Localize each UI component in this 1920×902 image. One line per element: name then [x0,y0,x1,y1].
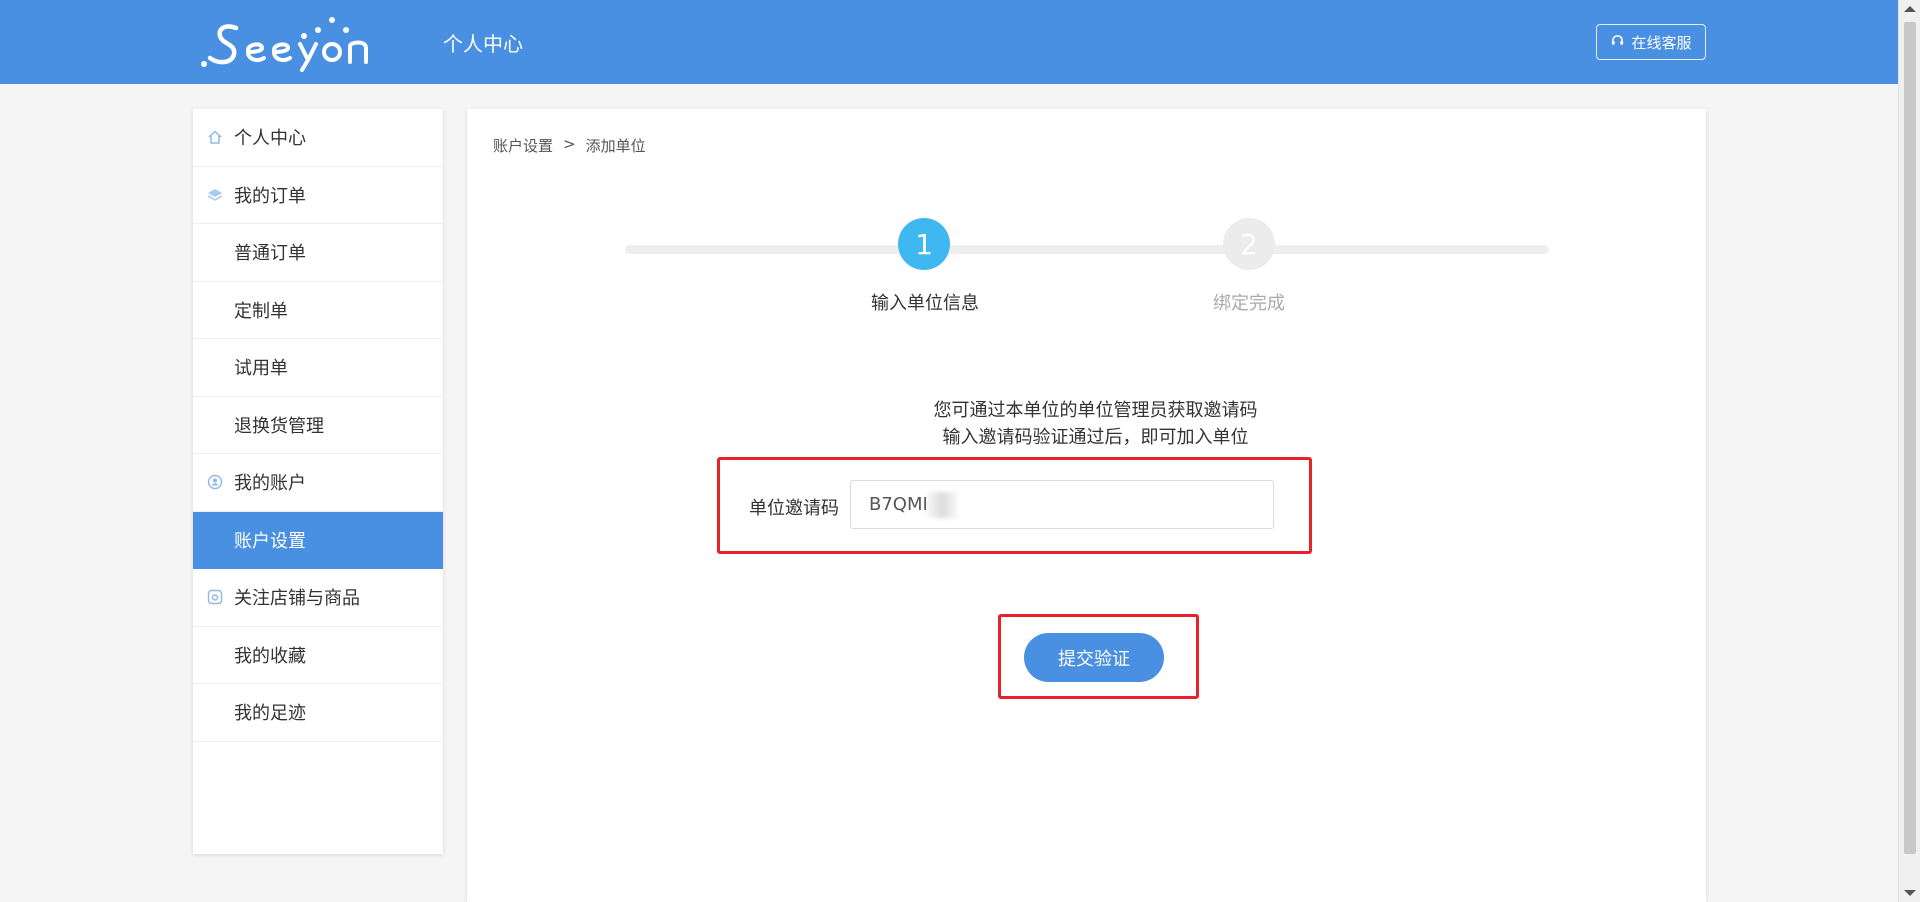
invite-code-label: 单位邀请码 [749,498,839,519]
sidebar-item-label: 关注店铺与商品 [234,588,360,610]
sidebar-item-label: 试用单 [234,358,288,380]
sidebar-item-label: 我的订单 [234,185,306,207]
top-header: 个人中心 在线客服 [0,0,1898,84]
sidebar-item-favorites[interactable]: 我的收藏 [193,627,443,684]
sidebar-item-my-orders[interactable]: 我的订单 [193,167,443,224]
step-2-label: 绑定完成 [1213,293,1285,314]
sidebar-item-label: 定制单 [234,300,288,322]
sidebar-item-label: 账户设置 [234,530,306,552]
sidebar-item-normal-orders[interactable]: 普通订单 [193,224,443,282]
breadcrumb-separator: > [563,135,576,153]
breadcrumb-parent[interactable]: 账户设置 [493,135,553,156]
sidebar-item-label: 我的收藏 [234,645,306,667]
scroll-up-arrow-icon[interactable] [1904,6,1916,12]
sidebar-item-personal-center[interactable]: 个人中心 [193,109,443,167]
step-progress-track [625,245,1549,254]
sidebar-item-label: 个人中心 [234,128,306,150]
home-icon [207,129,223,145]
sidebar-item-custom-orders[interactable]: 定制单 [193,282,443,339]
breadcrumb-current: 添加单位 [585,137,646,155]
sidebar-item-trial-orders[interactable]: 试用单 [193,339,443,397]
invite-code-input[interactable] [850,480,1274,529]
step-1-circle: 1 [898,218,950,270]
layers-icon [207,187,223,203]
header-title: 个人中心 [443,32,523,56]
hint-line-2: 输入邀请码验证通过后，即可加入单位 [942,427,1249,448]
online-service-label: 在线客服 [1631,33,1692,52]
scroll-thumb[interactable] [1904,22,1916,854]
page-scrollbar[interactable] [1898,0,1920,902]
seeyon-logo[interactable] [196,14,380,72]
step-1-label: 输入单位信息 [871,293,979,314]
sidebar: 个人中心 我的订单 普通订单 定制单 试用单 退换货管理 我的账户 账户设置 关… [193,109,443,854]
hint-line-1: 您可通过本单位的单位管理员获取邀请码 [933,400,1258,421]
main-panel: 账户设置 > 添加单位 1 2 输入单位信息 绑定完成 您可通过本单位的单位管理… [467,109,1706,902]
sidebar-item-followed-stores[interactable]: 关注店铺与商品 [193,569,443,627]
sidebar-item-history[interactable]: 我的足迹 [193,684,443,742]
sidebar-item-returns[interactable]: 退换货管理 [193,397,443,454]
store-icon [207,589,223,605]
step-2-circle: 2 [1223,218,1275,270]
headset-icon [1610,33,1625,52]
sidebar-item-label: 退换货管理 [234,415,324,437]
user-circle-icon [207,474,223,490]
breadcrumb: 账户设置 > 添加单位 [493,135,646,156]
sidebar-item-label: 我的足迹 [234,703,306,725]
sidebar-item-account-settings[interactable]: 账户设置 [193,511,443,569]
scroll-down-arrow-icon[interactable] [1904,890,1916,896]
sidebar-item-label: 我的账户 [234,473,306,495]
sidebar-item-my-account[interactable]: 我的账户 [193,454,443,512]
sidebar-item-label: 普通订单 [234,243,306,265]
online-service-button[interactable]: 在线客服 [1596,24,1706,60]
submit-verification-button[interactable]: 提交验证 [1024,633,1164,682]
